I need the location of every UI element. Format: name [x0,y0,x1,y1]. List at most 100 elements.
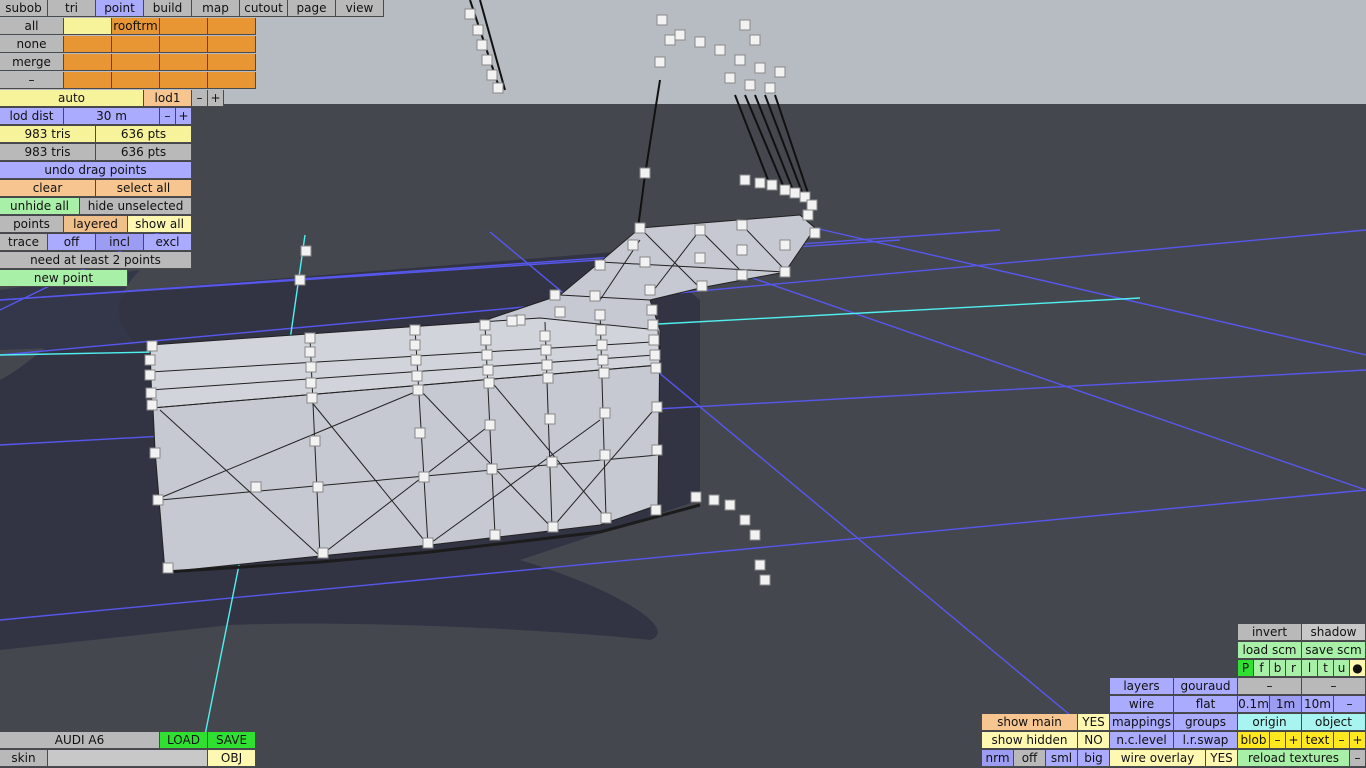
grid-1m-button[interactable]: 1m [1270,696,1302,713]
grid-0-1m-button[interactable]: 0.1m [1238,696,1270,713]
layer-cell[interactable] [160,36,208,53]
text-minus-button[interactable]: – [1334,732,1350,749]
control-point[interactable] [724,499,736,511]
control-point[interactable] [305,377,317,389]
new-point-button[interactable]: new point [0,270,128,287]
control-point[interactable] [656,14,668,26]
control-point[interactable] [595,324,607,336]
gouraud-button[interactable]: gouraud [1174,678,1238,695]
control-point[interactable] [418,471,430,483]
reload-textures-button[interactable]: reload textures [1238,750,1350,767]
layer-cell[interactable] [64,36,112,53]
control-point[interactable] [627,239,639,251]
control-point[interactable] [774,66,786,78]
wire-button[interactable]: wire [1110,696,1174,713]
control-point[interactable] [309,435,321,447]
origin-button[interactable]: origin [1238,714,1302,731]
control-point[interactable] [484,419,496,431]
hide-unselected-button[interactable]: hide unselected [80,198,192,215]
control-point[interactable] [639,256,651,268]
layer-cell[interactable] [160,72,208,89]
control-point[interactable] [480,334,492,346]
control-point[interactable] [749,34,761,46]
tab-point[interactable]: point [96,0,144,17]
blob-button[interactable]: blob [1238,732,1270,749]
text-plus-button[interactable]: + [1350,732,1366,749]
trace-off-button[interactable]: off [48,234,96,251]
layer-cell[interactable] [112,36,160,53]
control-point[interactable] [554,306,566,318]
control-point[interactable] [634,222,646,234]
trace-excl-button[interactable]: excl [144,234,192,251]
view-flag-0[interactable]: P [1238,660,1254,677]
control-point[interactable] [644,284,656,296]
control-point[interactable] [410,354,422,366]
shadow-button[interactable]: shadow [1302,624,1366,641]
tab-view[interactable]: view [336,0,384,17]
control-point[interactable] [650,504,662,516]
export-obj-button[interactable]: OBJ [208,750,256,767]
show-hidden-toggle[interactable]: NO [1078,732,1110,749]
control-point[interactable] [597,354,609,366]
grid-minus-button[interactable]: – [1334,696,1366,713]
grid-10m-button[interactable]: 10m [1302,696,1334,713]
view-flag-6[interactable]: u [1334,660,1350,677]
wire-overlay-toggle[interactable]: YES [1206,750,1238,767]
layer-cell[interactable] [208,18,256,35]
model-name[interactable]: AUDI A6 [0,732,160,749]
layer-cell[interactable] [112,54,160,71]
control-point[interactable] [598,367,610,379]
control-point[interactable] [779,184,791,196]
control-point[interactable] [648,334,660,346]
clear-button[interactable]: clear [0,180,96,197]
save-scm-button[interactable]: save scm [1302,642,1366,659]
tab-map[interactable]: map [192,0,240,17]
tab-cutout[interactable]: cutout [240,0,288,17]
control-point[interactable] [749,529,761,541]
layer-cell[interactable] [64,72,112,89]
select-all-button[interactable]: select all [96,180,192,197]
remove-layer-button[interactable]: – [0,72,64,89]
control-point[interactable] [304,332,316,344]
lod-level-button[interactable]: lod1 [144,90,192,107]
control-point[interactable] [506,315,518,327]
nrm-button[interactable]: nrm [982,750,1014,767]
control-point[interactable] [549,289,561,301]
control-point[interactable] [472,24,484,36]
control-point[interactable] [594,309,606,321]
control-point[interactable] [674,29,686,41]
control-point[interactable] [544,413,556,425]
control-point[interactable] [486,463,498,475]
control-point[interactable] [547,521,559,533]
control-point[interactable] [250,481,262,493]
select-none-button[interactable]: none [0,36,64,53]
control-point[interactable] [647,319,659,331]
control-point[interactable] [294,274,306,286]
control-point[interactable] [599,407,611,419]
control-point[interactable] [152,494,164,506]
mappings-button[interactable]: mappings [1110,714,1174,731]
control-point[interactable] [690,491,702,503]
control-point[interactable] [639,167,651,179]
text-button[interactable]: text [1302,732,1334,749]
layered-mode-button[interactable]: layered [64,216,128,233]
control-point[interactable] [539,330,551,342]
control-point[interactable] [483,377,495,389]
3d-viewport[interactable] [0,0,1366,768]
control-point[interactable] [422,537,434,549]
control-point[interactable] [694,224,706,236]
trace-incl-button[interactable]: incl [96,234,144,251]
layer-cell[interactable] [208,36,256,53]
control-point[interactable] [162,562,174,574]
control-point[interactable] [806,199,818,211]
control-point[interactable] [304,346,316,358]
control-point[interactable] [739,19,751,31]
control-point[interactable] [492,82,504,94]
control-point[interactable] [464,8,476,20]
control-point[interactable] [594,259,606,271]
tab-page[interactable]: page [288,0,336,17]
dash-button[interactable]: – [1238,678,1302,695]
control-point[interactable] [651,444,663,456]
save-model-button[interactable]: SAVE [208,732,256,749]
control-point[interactable] [546,456,558,468]
